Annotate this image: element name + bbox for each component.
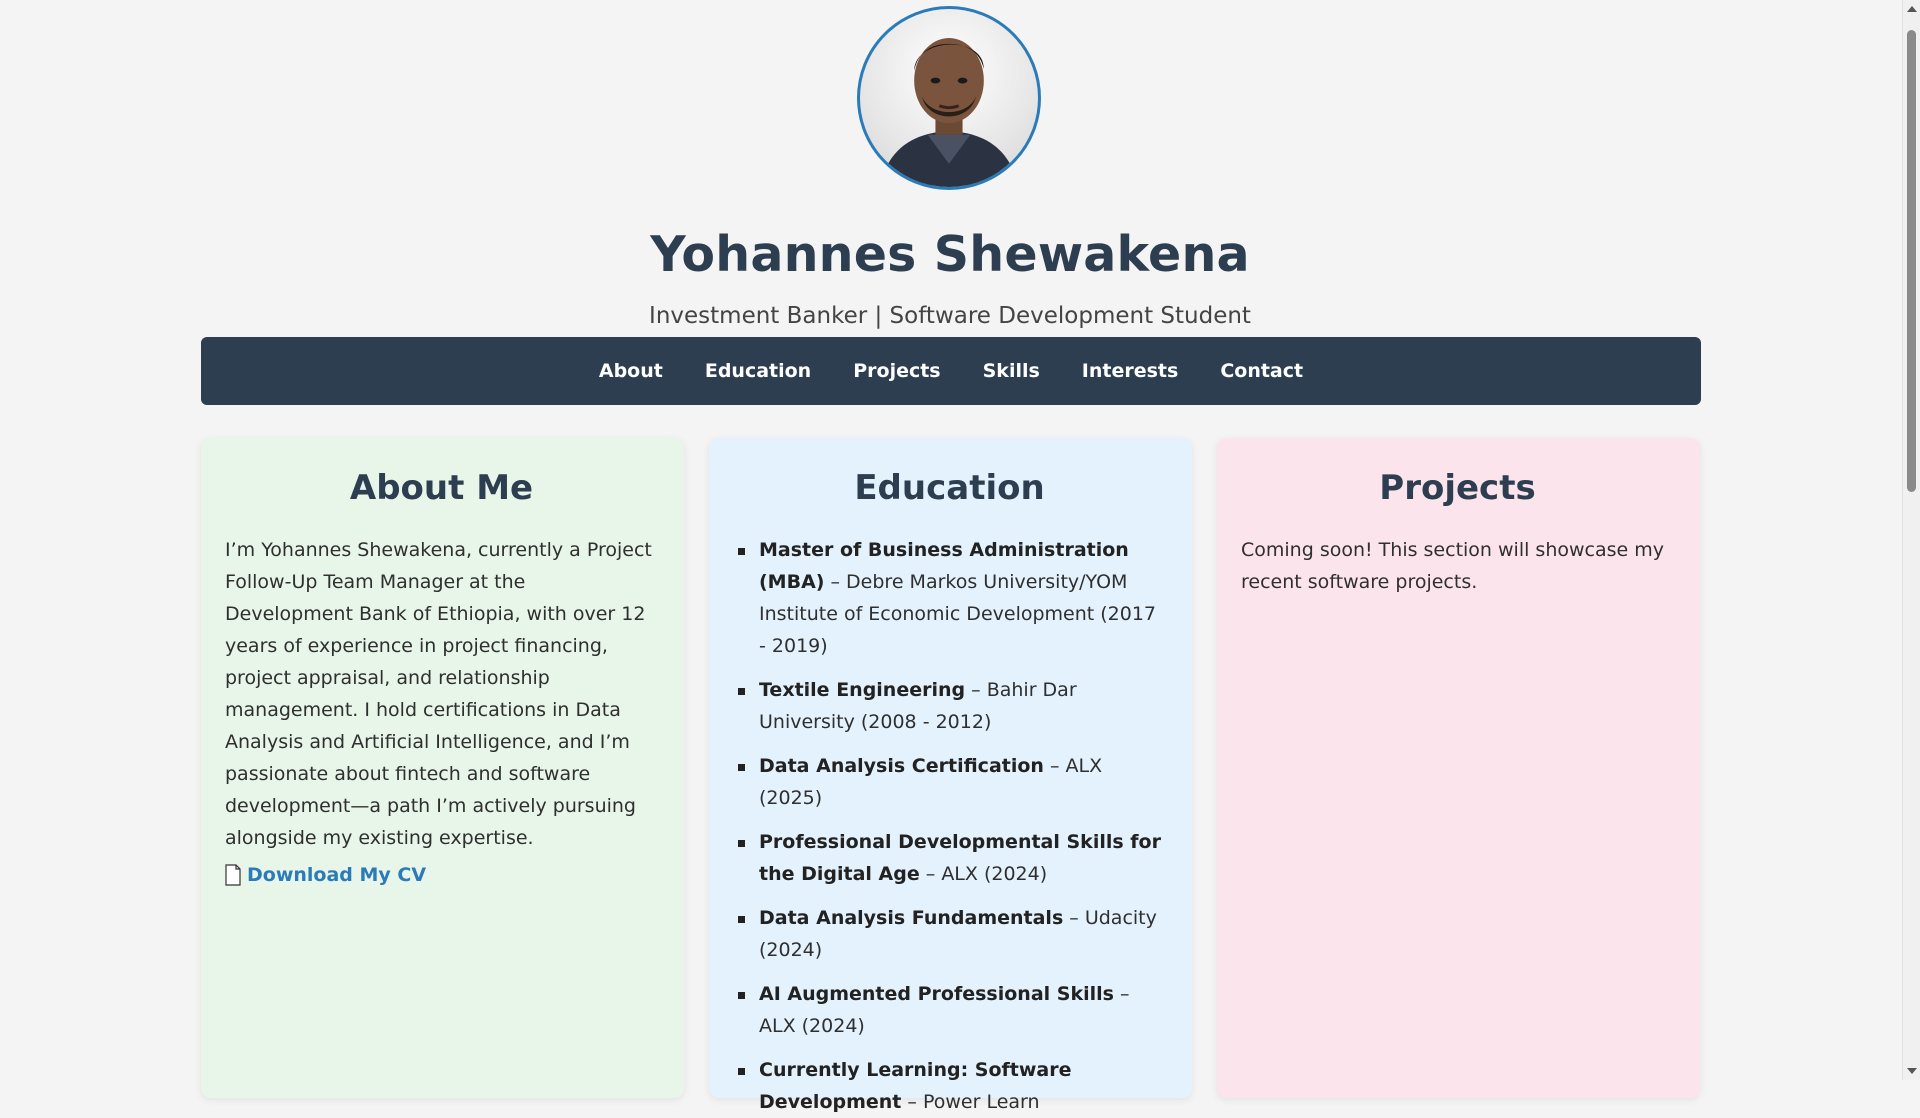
about-text: I’m Yohannes Shewakena, currently a Proj… bbox=[225, 539, 652, 849]
nav-item-about[interactable]: About bbox=[599, 360, 663, 382]
scroll-up-arrow-icon[interactable] bbox=[1907, 6, 1917, 12]
scrollbar[interactable] bbox=[1902, 0, 1920, 1080]
list-item: Textile Engineering – Bahir Dar Universi… bbox=[738, 674, 1166, 738]
nav-item-interests[interactable]: Interests bbox=[1082, 360, 1179, 382]
list-item: AI Augmented Professional Skills – ALX (… bbox=[738, 978, 1166, 1042]
page-subtitle: Investment Banker | Software Development… bbox=[649, 303, 1251, 329]
main-nav: About Education Projects Skills Interest… bbox=[201, 337, 1701, 405]
projects-card: Projects Coming soon! This section will … bbox=[1217, 438, 1700, 1098]
list-item: Data Analysis Certification – ALX (2025) bbox=[738, 750, 1166, 814]
scroll-thumb[interactable] bbox=[1907, 30, 1916, 492]
list-item: Professional Developmental Skills for th… bbox=[738, 826, 1166, 890]
person-photo-icon bbox=[879, 38, 1019, 187]
nav-item-contact[interactable]: Contact bbox=[1220, 360, 1303, 382]
list-item: Master of Business Administration (MBA) … bbox=[738, 534, 1166, 662]
nav-item-skills[interactable]: Skills bbox=[983, 360, 1040, 382]
list-item: Data Analysis Fundamentals – Udacity (20… bbox=[738, 902, 1166, 966]
projects-text: Coming soon! This section will showcase … bbox=[1241, 539, 1664, 593]
scroll-down-arrow-icon[interactable] bbox=[1907, 1068, 1917, 1074]
education-title: Education bbox=[854, 468, 1045, 508]
about-title: About Me bbox=[349, 468, 534, 508]
page-title: Yohannes Shewakena bbox=[650, 226, 1250, 283]
list-item: Currently Learning: Software Development… bbox=[738, 1054, 1166, 1118]
projects-title: Projects bbox=[1379, 468, 1536, 508]
education-list: Master of Business Administration (MBA) … bbox=[733, 534, 1166, 1118]
document-icon bbox=[225, 864, 241, 886]
download-cv-link[interactable]: Download My CV bbox=[247, 864, 426, 886]
education-card: Education Master of Business Administrat… bbox=[709, 438, 1192, 1113]
about-card: About Me I’m Yohannes Shewakena, current… bbox=[201, 438, 684, 1098]
nav-item-projects[interactable]: Projects bbox=[853, 360, 940, 382]
profile-photo bbox=[857, 6, 1041, 190]
download-cv: Download My CV bbox=[225, 864, 658, 886]
nav-item-education[interactable]: Education bbox=[705, 360, 811, 382]
